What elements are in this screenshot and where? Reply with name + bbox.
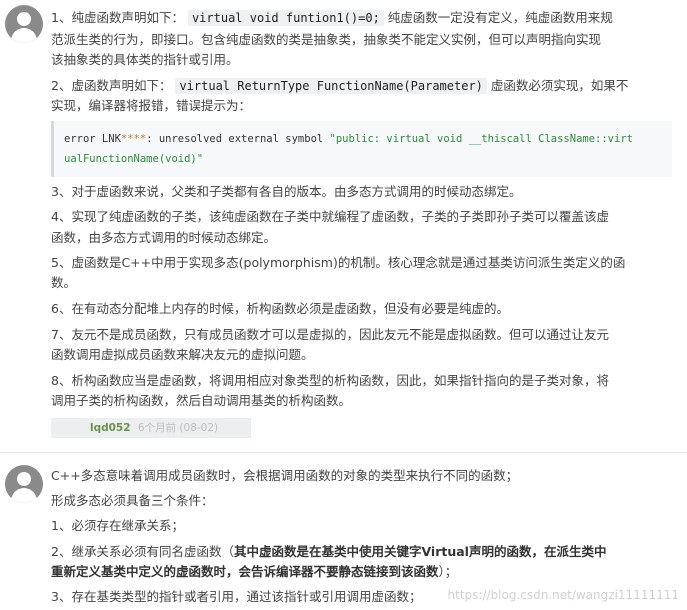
avatar-body (11, 28, 37, 43)
comment-time: 6个月前 (08-02) (137, 422, 219, 434)
code-string: ualFunctionName(void)" (64, 153, 204, 165)
inline-code: virtual void funtion1()=0; (187, 10, 384, 26)
avatar[interactable] (5, 5, 43, 43)
bold-text: 重新定义基类中定义的虚函数时，会告诉编译器不要静态链接到该函数 (51, 564, 439, 579)
watermark: https://blog.csdn.net/wangzi11111111 (447, 588, 679, 602)
paragraph-3: 3、对于虚函数来说，父类和子类都有各自的版本。由多态方式调用的时候动态绑定。 (51, 184, 522, 199)
code-text: error LNK (64, 133, 121, 145)
comment-2-line-4: 2、继承关系必须有同名虚函数（其中虚函数是在基类中使用关键字Virtual声明的… (51, 543, 606, 561)
comment-2-line-1: C++多态意味着调用成员函数时，会根据调用函数的对象的类型来执行不同的函数； (51, 468, 519, 483)
paragraph-7-line-1: 7、友元不是成员函数，只有成员函数才可以是虚拟的，因此友元不能是虚拟函数。但可以… (51, 327, 609, 342)
paragraph-4-line-1: 4、实现了纯虚函数的子类，该纯虚函数在子类中就编程了虚函数，子类的子类即孙子类可… (51, 209, 609, 224)
comment-2-line-3: 1、必须存在继承关系； (51, 518, 184, 533)
text: 纯虚函数一定没有定义，纯虚函数用来规 (387, 10, 613, 25)
paragraph-2-line-2: 实现，编译器将报错，错误提示为： (51, 98, 252, 113)
avatar-body (11, 488, 37, 503)
paragraph-8-line-2: 调用子类的析构函数，然后自动调用基类的析构函数。 (51, 393, 352, 408)
avatar[interactable] (5, 465, 43, 503)
comment-meta: lqd052 6个月前 (08-02) (51, 418, 251, 438)
avatar-head (17, 472, 31, 486)
paragraph-5-line-1: 5、虚函数是C++中用于实现多态(polymorphism)的机制。核心理念就是… (51, 255, 626, 270)
paragraph-1-line-3: 该抽象类的具体类的指针或引用。 (51, 52, 239, 67)
avatar-head (17, 12, 31, 26)
paragraph-1-line-2: 范派生类的行为，即接口。包含纯虚函数的类是抽象类，抽象类不能定义实例，但可以声明… (51, 32, 602, 47)
code-line-1: error LNK****: unresolved external symbo… (64, 131, 633, 147)
code-text: : unresolved external symbol (146, 133, 330, 145)
code-text: **** (120, 133, 147, 145)
code-block: error LNK****: unresolved external symbo… (51, 121, 672, 177)
paragraph-4-line-2: 函数，由多态方式调用的时候动态绑定。 (51, 230, 277, 245)
text: ）； (438, 564, 458, 579)
bold-text: 其中虚函数是在基类中使用关键字Virtual声明的函数，在派生类中 (233, 544, 607, 559)
comment-2-line-6: 3、存在基类类型的指针或者引用，通过该指针或引用调用虚函数； (51, 589, 422, 604)
text: 2、虚函数声明如下： (51, 78, 172, 93)
paragraph-8-line-1: 8、析构函数应当是虚函数，将调用相应对象类型的析构函数，因此，如果指针指向的是子… (51, 373, 609, 388)
comment-author-link[interactable]: lqd052 (90, 422, 131, 434)
paragraph-1-line-1: 1、纯虚函数声明如下： virtual void funtion1()=0; 纯… (51, 9, 613, 27)
comment-2-line-5: 重新定义基类中定义的虚函数时，会告诉编译器不要静态链接到该函数）； (51, 563, 457, 581)
inline-code: virtual ReturnType FunctionName(Paramete… (175, 78, 487, 94)
paragraph-2-line-1: 2、虚函数声明如下： virtual ReturnType FunctionNa… (51, 77, 628, 95)
comment-2-line-2: 形成多态必须具备三个条件： (51, 493, 214, 508)
paragraph-6: 6、在有动态分配堆上内存的时候，析构函数必须是虚函数，但没有必要是纯虚的。 (51, 301, 509, 316)
paragraph-7-line-2: 函数调用虚拟成员函数来解决友元的虚拟问题。 (51, 347, 314, 362)
text: 1、纯虚函数声明如下： (51, 10, 184, 25)
code-line-2: ualFunctionName(void)" (64, 151, 203, 167)
text: 2、继承关系必须有同名虚函数（ (51, 544, 234, 559)
paragraph-5-line-2: 数。 (51, 275, 77, 290)
text: 虚函数必须实现，如果不 (490, 78, 629, 93)
comment-divider (0, 452, 687, 453)
code-string: "public: virtual void __thiscall ClassNa… (329, 133, 633, 145)
